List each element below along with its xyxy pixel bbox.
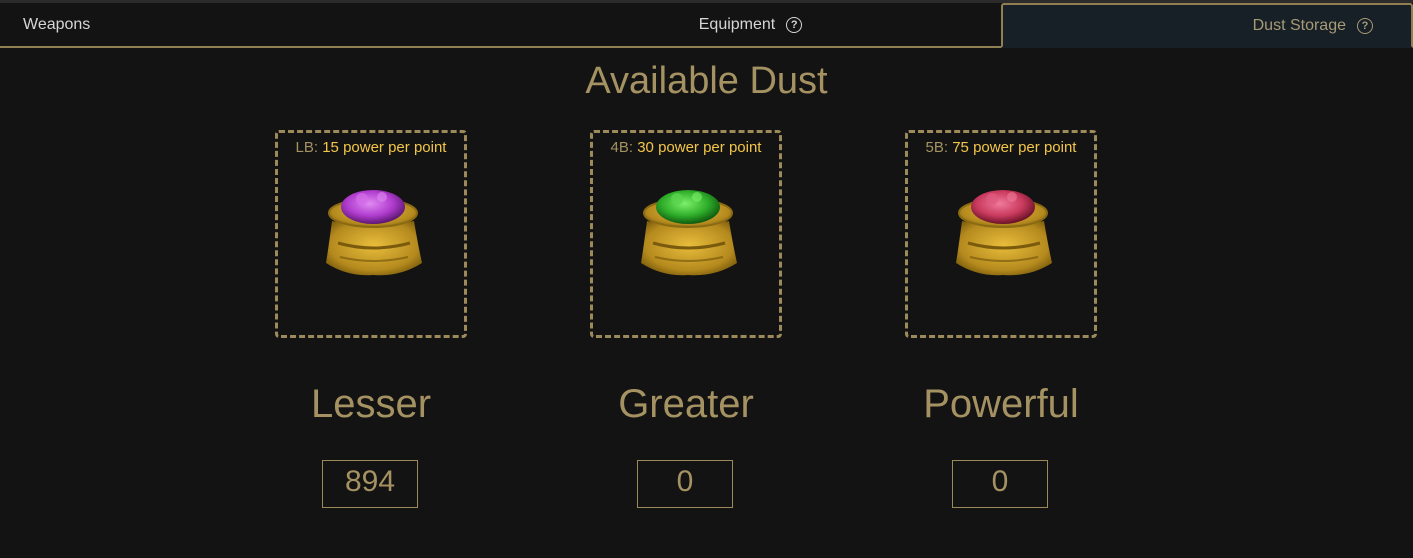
dust-name-greater: Greater: [618, 382, 754, 426]
dust-rate-power: 75 power per point: [952, 139, 1077, 156]
dust-rate: 4B: 30 power per point: [593, 139, 779, 156]
tab-equipment[interactable]: Equipment ?: [500, 3, 1001, 46]
dust-column-powerful: 5B: 75 power per point Powerful 0: [905, 130, 1097, 508]
tab-weapons-label: Weapons: [23, 15, 91, 33]
red-dust-bag-icon: [956, 190, 1052, 276]
tab-weapons[interactable]: Weapons: [0, 3, 500, 46]
dust-slot-lesser[interactable]: LB: 15 power per point: [275, 130, 467, 338]
green-dust-bag-icon: [641, 190, 737, 276]
dust-name-powerful: Powerful: [923, 382, 1079, 426]
dust-column-lesser: LB: 15 power per point Lesser 894: [275, 130, 467, 508]
tab-dust-storage-label: Dust Storage: [1252, 16, 1346, 34]
dust-rate-code: 4B:: [610, 139, 634, 156]
dust-slot-greater[interactable]: 4B: 30 power per point: [590, 130, 782, 338]
help-icon[interactable]: ?: [786, 16, 803, 33]
dust-rate: 5B: 75 power per point: [908, 139, 1094, 156]
dust-column-greater: 4B: 30 power per point Greater 0: [590, 130, 782, 508]
dust-count-powerful: 0: [952, 460, 1048, 508]
dust-rate-power: 30 power per point: [637, 139, 762, 156]
tab-dust-storage[interactable]: Dust Storage ?: [1001, 3, 1413, 48]
dust-rate: LB: 15 power per point: [278, 139, 464, 156]
dust-rate-code: LB:: [295, 139, 319, 156]
dust-name-lesser: Lesser: [310, 382, 432, 426]
help-icon[interactable]: ?: [1357, 17, 1373, 34]
purple-dust-bag-icon: [326, 190, 422, 276]
page-title: Available Dust: [585, 60, 828, 102]
dust-rate-code: 5B:: [925, 139, 949, 156]
dust-rate-power: 15 power per point: [322, 139, 447, 156]
dust-slot-powerful[interactable]: 5B: 75 power per point: [905, 130, 1097, 338]
dust-count-greater: 0: [637, 460, 733, 508]
tab-equipment-label: Equipment: [698, 15, 776, 33]
dust-count-lesser: 894: [322, 460, 418, 508]
tab-bar: Weapons Equipment ? Dust Storage ?: [0, 3, 1413, 48]
